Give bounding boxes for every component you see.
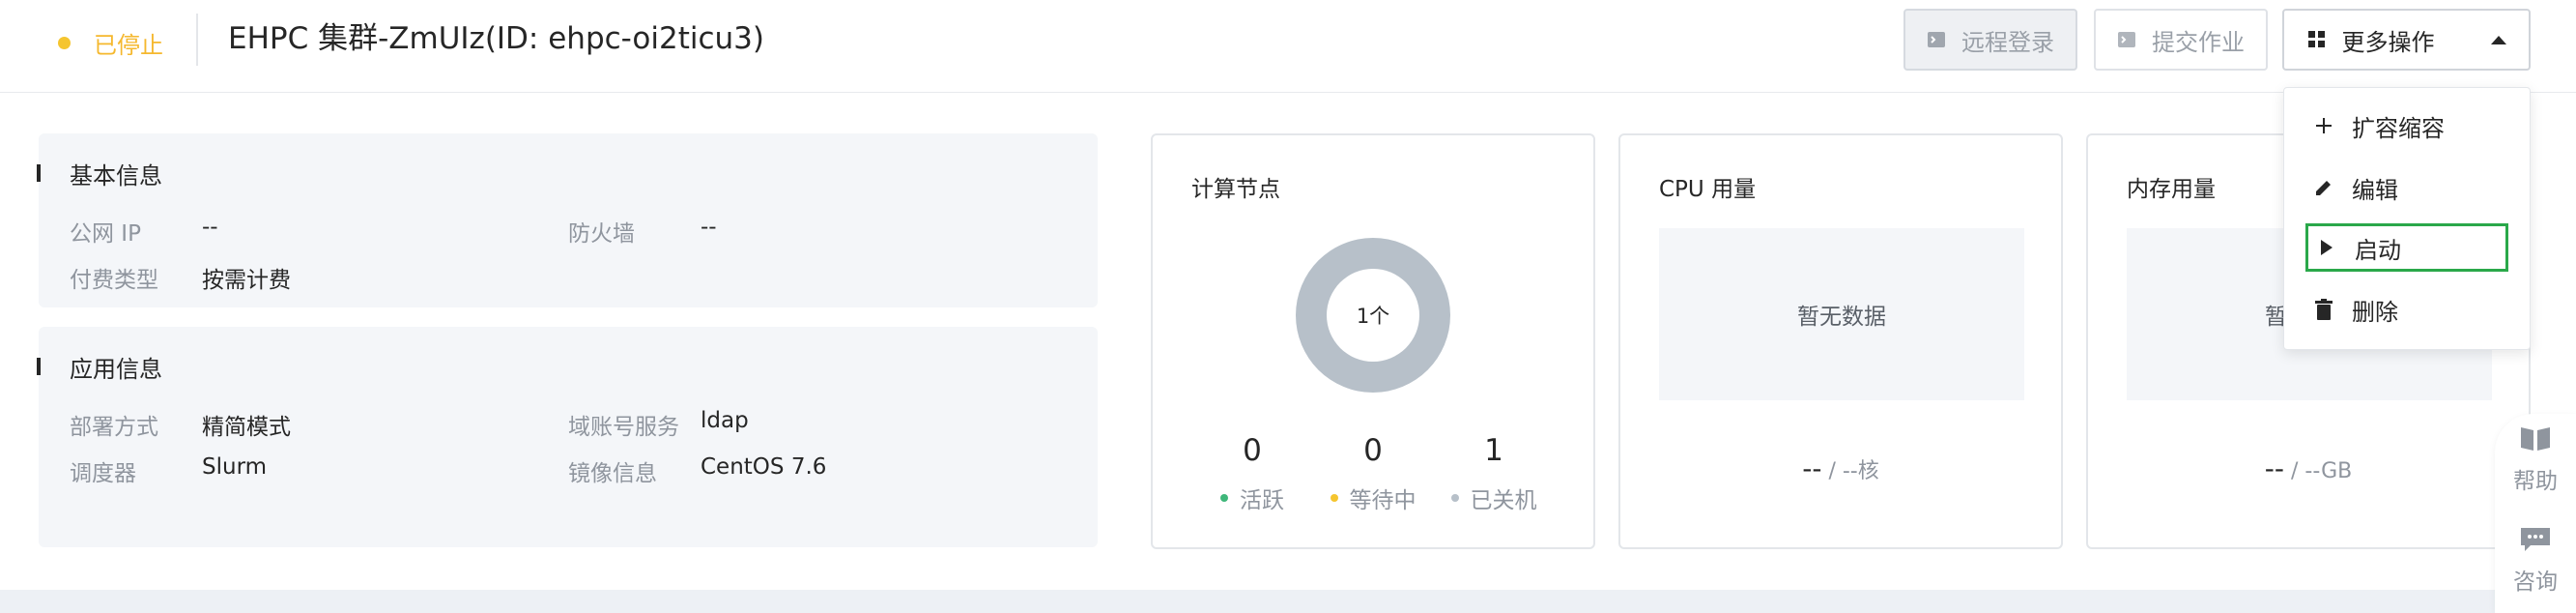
book-icon <box>2519 425 2552 452</box>
compute-nodes-card: 计算节点 1个 0 活跃 0 等待中 1 已关机 <box>1151 133 1595 549</box>
image-value: CentOS 7.6 <box>701 454 827 480</box>
firewall-label: 防火墙 <box>568 221 635 247</box>
basic-info-title: 基本信息 <box>70 162 162 190</box>
section-mark <box>37 358 41 375</box>
deploy-value: 精简模式 <box>202 415 291 440</box>
cpu-usage-title: CPU 用量 <box>1659 177 1757 202</box>
main-content: 基本信息 公网 IP -- 防火墙 -- 付费类型 按需计费 应用信息 部署方式… <box>0 93 2576 590</box>
app-info-title: 应用信息 <box>70 356 162 383</box>
memory-usage-value: -- / --GB <box>2088 452 2529 484</box>
cpu-no-data: 暂无数据 <box>1659 228 2024 400</box>
public-ip-label: 公网 IP <box>70 221 141 247</box>
cpu-usage-card: CPU 用量 暂无数据 -- / --核 <box>1618 133 2063 549</box>
scheduler-label: 调度器 <box>70 461 136 486</box>
status-badge: 已停止 <box>58 23 163 62</box>
remote-login-button[interactable]: 远程登录 <box>1903 9 2077 71</box>
basic-info-panel: 基本信息 公网 IP -- 防火墙 -- 付费类型 按需计费 <box>37 133 1098 307</box>
scheduler-row: 调度器 Slurm <box>70 454 267 487</box>
trash-icon <box>2313 299 2334 320</box>
domain-value: ldap <box>701 408 749 433</box>
menu-item-start[interactable]: 启动 <box>2305 223 2508 272</box>
terminal-icon <box>2117 31 2136 48</box>
status-dot <box>58 36 71 49</box>
billing-row: 付费类型 按需计费 <box>70 261 291 294</box>
status-label: 已停止 <box>94 31 163 59</box>
deploy-label: 部署方式 <box>70 415 158 440</box>
deploy-row: 部署方式 精简模式 <box>70 408 291 441</box>
pencil-icon <box>2313 177 2334 198</box>
menu-item-delete[interactable]: 删除 <box>2305 285 2508 334</box>
menu-item-delete-label: 删除 <box>2352 298 2398 326</box>
submit-job-label: 提交作业 <box>2152 28 2245 56</box>
more-actions-button[interactable]: 更多操作 <box>2282 9 2531 71</box>
play-icon <box>2316 237 2337 258</box>
chat-icon <box>2519 526 2552 553</box>
memory-unit: / --GB <box>2290 459 2353 483</box>
compute-nodes-title: 计算节点 <box>1191 177 1280 202</box>
stat-off-legend: 已关机 <box>1421 482 1566 514</box>
app-info-panel: 应用信息 部署方式 精简模式 域账号服务 ldap 调度器 Slurm 镜像信息… <box>37 327 1098 547</box>
billing-value: 按需计费 <box>202 268 291 293</box>
stat-active-label: 活跃 <box>1240 488 1284 513</box>
firewall-row: 防火墙 -- <box>568 215 717 248</box>
stat-waiting-label: 等待中 <box>1349 488 1417 513</box>
menu-item-scale-label: 扩容缩容 <box>2352 114 2445 142</box>
public-ip-row: 公网 IP -- <box>70 215 218 248</box>
menu-item-edit-label: 编辑 <box>2352 176 2398 204</box>
firewall-value: -- <box>701 215 717 240</box>
terminal-icon <box>1927 31 1946 48</box>
legend-dot-off <box>1450 494 1459 502</box>
cpu-usage-value: -- / --核 <box>1620 452 2061 484</box>
stat-off: 1 已关机 <box>1421 431 1566 514</box>
caret-up-icon <box>2490 35 2506 44</box>
consult-label: 咨询 <box>2513 569 2558 595</box>
cpu-value: -- <box>1802 452 1822 484</box>
memory-value: -- <box>2264 452 2284 484</box>
menu-item-edit[interactable]: 编辑 <box>2305 163 2508 212</box>
legend-dot-active <box>1220 494 1228 502</box>
plus-icon <box>2313 115 2334 136</box>
image-label: 镜像信息 <box>568 461 657 486</box>
memory-usage-title: 内存用量 <box>2127 177 2216 202</box>
help-label: 帮助 <box>2513 469 2558 494</box>
consult-button[interactable]: 咨询 <box>2495 526 2576 596</box>
help-button[interactable]: 帮助 <box>2495 425 2576 495</box>
menu-item-start-label: 启动 <box>2355 236 2401 264</box>
nodes-donut-chart: 1个 <box>1296 238 1450 393</box>
page-title: EHPC 集群-ZmUIz(ID: ehpc-oi2ticu3) <box>228 21 765 56</box>
header-divider <box>196 14 198 66</box>
cpu-unit: / --核 <box>1828 459 1879 483</box>
remote-login-label: 远程登录 <box>1961 28 2054 56</box>
menu-item-scale[interactable]: 扩容缩容 <box>2305 102 2508 150</box>
page-header: 已停止 EHPC 集群-ZmUIz(ID: ehpc-oi2ticu3) 远程登… <box>0 0 2576 93</box>
more-actions-label: 更多操作 <box>2341 28 2435 56</box>
submit-job-button[interactable]: 提交作业 <box>2094 9 2268 71</box>
billing-label: 付费类型 <box>70 268 158 293</box>
image-row: 镜像信息 CentOS 7.6 <box>568 454 826 487</box>
floating-help-bar: 帮助 咨询 <box>2495 414 2576 613</box>
grid-icon <box>2307 31 2327 48</box>
nodes-total: 1个 <box>1327 269 1419 362</box>
stat-off-label: 已关机 <box>1470 488 1537 513</box>
domain-label: 域账号服务 <box>568 415 679 440</box>
public-ip-value: -- <box>202 215 218 240</box>
scheduler-value: Slurm <box>202 454 268 480</box>
stat-off-value: 1 <box>1484 433 1503 468</box>
domain-row: 域账号服务 ldap <box>568 408 749 441</box>
more-actions-menu: 扩容缩容 编辑 启动 删除 <box>2283 87 2531 350</box>
legend-dot-waiting <box>1330 494 1338 502</box>
section-mark <box>37 164 41 182</box>
